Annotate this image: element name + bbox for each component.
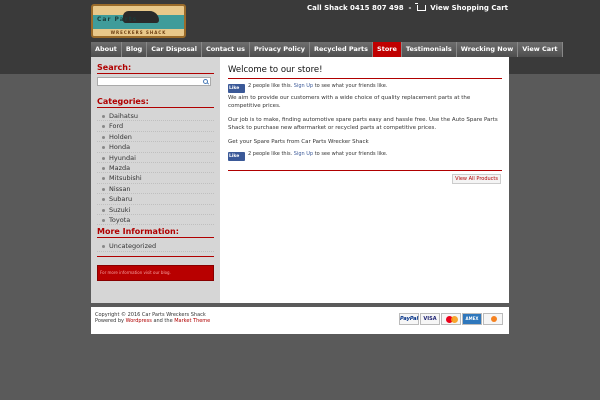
mastercard-icon xyxy=(441,313,461,325)
more-info-heading: More Information: xyxy=(97,227,214,239)
category-label: Subaru xyxy=(109,195,133,204)
visa-icon: VISA xyxy=(420,313,440,325)
category-label: Daihatsu xyxy=(109,112,138,120)
category-label: Suzuki xyxy=(109,205,131,214)
sidebar: Search: Categories: Daihatsu Ford Holden… xyxy=(91,57,220,303)
view-shopping-cart-link[interactable]: View Shopping Cart xyxy=(430,4,508,12)
facebook-like-text: 2 people like this. Sign Up to see what … xyxy=(248,151,388,158)
amex-icon: AMEX xyxy=(462,313,482,325)
sidebar-divider xyxy=(97,255,214,257)
footer-text: Copyright © 2016 Car Parts Wreckers Shac… xyxy=(95,312,210,324)
page-title: Welcome to our store! xyxy=(228,65,502,79)
footer: Copyright © 2016 Car Parts Wreckers Shac… xyxy=(91,307,509,334)
fb-signup-link[interactable]: Sign Up xyxy=(294,151,313,157)
category-label: Nissan xyxy=(109,184,131,193)
blog-promo-box[interactable]: For more information visit our blog. xyxy=(97,264,214,281)
payment-cards: PayPal VISA AMEX xyxy=(399,313,503,325)
call-text: Call Shack 0415 807 498 xyxy=(306,4,404,12)
category-hyundai[interactable]: Hyundai xyxy=(97,153,214,163)
bullet-icon xyxy=(102,177,105,181)
category-suzuki[interactable]: Suzuki xyxy=(97,205,214,215)
bullet-icon xyxy=(102,208,105,212)
logo-subtext: WRECKERS SHACK xyxy=(110,30,167,35)
bullet-icon xyxy=(102,135,105,139)
cta-paragraph: Get your Spare Parts from Car Parts Wrec… xyxy=(228,139,369,145)
category-mitsubishi[interactable]: Mitsubishi xyxy=(97,173,214,184)
more-item-uncategorized[interactable]: Uncategorized xyxy=(97,241,214,252)
category-subaru[interactable]: Subaru xyxy=(97,194,214,205)
powered-by-text: Powered by xyxy=(95,318,124,324)
nav-wrecking-now[interactable]: Wrecking Now xyxy=(456,42,519,57)
main-panel: Search: Categories: Daihatsu Ford Holden… xyxy=(91,57,509,303)
bullet-icon xyxy=(102,156,105,160)
bullet-icon xyxy=(102,245,105,249)
fb-signup-link[interactable]: Sign Up xyxy=(294,83,313,89)
nav-testimonials[interactable]: Testimonials xyxy=(401,42,457,57)
powered-by-line: Powered by Wordpress and the Market Them… xyxy=(95,318,210,324)
facebook-like-button[interactable]: Like xyxy=(228,152,245,161)
header-separator: - xyxy=(408,4,412,12)
category-holden[interactable]: Holden xyxy=(97,132,214,143)
header-links: Call Shack 0415 807 498 - View Shopping … xyxy=(306,3,508,12)
search-box xyxy=(97,77,211,86)
fb-after-text: to see what your friends like. xyxy=(314,83,388,89)
category-nissan[interactable]: Nissan xyxy=(97,184,214,195)
category-label: Toyota xyxy=(109,215,131,224)
more-item-label: Uncategorized xyxy=(109,242,157,251)
nav-store[interactable]: Store xyxy=(373,42,402,57)
nav-car-disposal[interactable]: Car Disposal xyxy=(147,42,202,57)
search-icon[interactable] xyxy=(201,78,210,85)
facebook-like-row: Like 2 people like this. Sign Up to see … xyxy=(228,83,502,93)
nav-privacy-policy[interactable]: Privacy Policy xyxy=(250,42,310,57)
discover-icon xyxy=(483,313,503,325)
categories-heading: Categories: xyxy=(97,97,214,108)
store-content: Welcome to our store! Like 2 people like… xyxy=(228,65,502,184)
nav-view-cart[interactable]: View Cart xyxy=(518,42,563,57)
bullet-icon xyxy=(102,187,105,191)
search-heading: Search: xyxy=(97,63,214,74)
category-label: Mazda xyxy=(109,163,131,172)
category-label: Hyundai xyxy=(109,153,136,162)
more-info-list: Uncategorized xyxy=(97,241,214,252)
category-label: Ford xyxy=(109,122,124,131)
fb-count-text: 2 people like this. xyxy=(248,83,293,89)
bullet-icon xyxy=(102,115,105,118)
nav-about[interactable]: About xyxy=(91,42,122,57)
bullet-icon xyxy=(102,125,105,129)
category-label: Mitsubishi xyxy=(109,174,142,183)
bullet-icon xyxy=(102,166,105,170)
bullet-icon xyxy=(102,146,105,150)
categories-list: Daihatsu Ford Holden Honda Hyundai Mazda… xyxy=(97,111,214,226)
site-logo[interactable]: Car Parts WRECKERS SHACK xyxy=(91,4,186,38)
category-label: Holden xyxy=(109,132,132,141)
wordpress-link[interactable]: Wordpress xyxy=(126,318,152,324)
main-nav: About Blog Car Disposal Contact us Priva… xyxy=(91,42,563,57)
paypal-icon: PayPal xyxy=(399,313,419,325)
content-divider xyxy=(228,170,502,171)
category-mazda[interactable]: Mazda xyxy=(97,163,214,174)
facebook-like-text: 2 people like this. Sign Up to see what … xyxy=(248,83,388,90)
fb-count-text: 2 people like this. xyxy=(248,151,293,157)
bullet-icon xyxy=(102,198,105,202)
nav-recycled-parts[interactable]: Recycled Parts xyxy=(309,42,374,57)
nav-blog[interactable]: Blog xyxy=(121,42,148,57)
and-text: and the xyxy=(153,318,173,324)
intro-paragraph: We aim to provide our customers with a w… xyxy=(228,95,471,109)
category-toyota[interactable]: Toyota xyxy=(97,215,214,226)
facebook-like-button[interactable]: Like xyxy=(228,84,245,93)
facebook-like-row-bottom: Like 2 people like this. Sign Up to see … xyxy=(228,151,502,161)
logo-text: Car Parts xyxy=(97,16,138,23)
nav-contact-us[interactable]: Contact us xyxy=(201,42,251,57)
shopping-cart-icon[interactable] xyxy=(414,3,426,11)
market-theme-link[interactable]: Market Theme xyxy=(174,318,210,324)
category-label: Honda xyxy=(109,143,131,152)
category-daihatsu[interactable]: Daihatsu xyxy=(97,111,214,122)
about-paragraph: Our job is to make, finding automotive s… xyxy=(228,117,498,131)
view-all-products-button[interactable]: View All Products xyxy=(452,174,501,184)
category-ford[interactable]: Ford xyxy=(97,121,214,132)
category-honda[interactable]: Honda xyxy=(97,142,214,153)
bullet-icon xyxy=(102,218,105,222)
fb-after-text: to see what your friends like. xyxy=(314,151,388,157)
search-input[interactable] xyxy=(98,78,201,85)
